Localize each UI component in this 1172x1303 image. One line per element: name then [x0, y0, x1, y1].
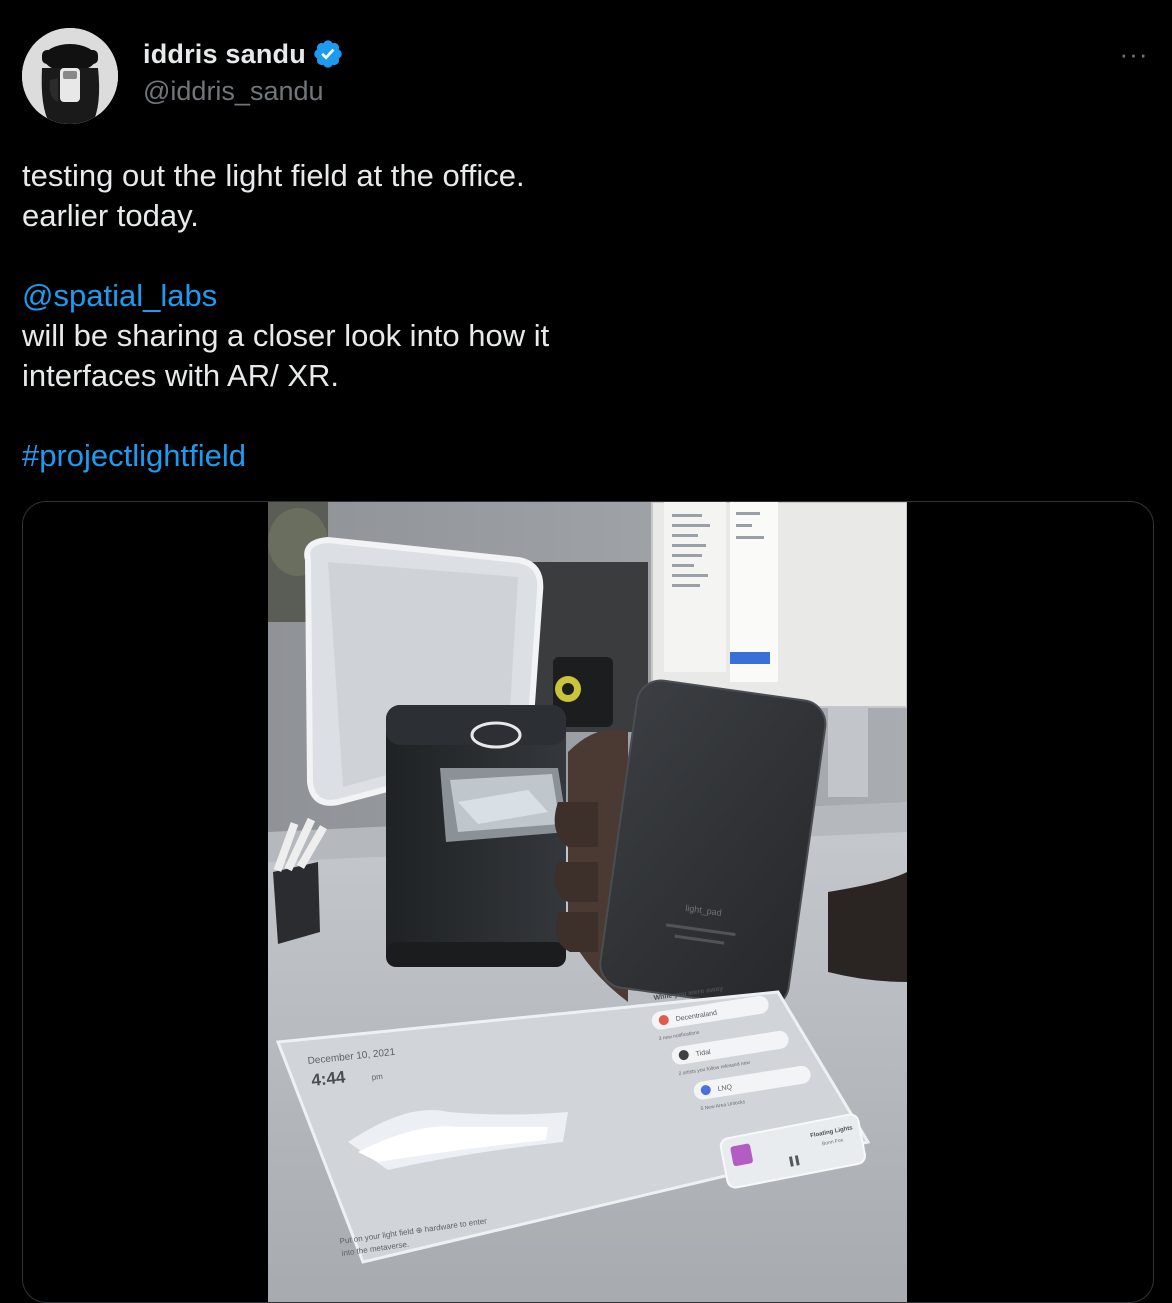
tweet-text-line: earlier today.: [22, 198, 199, 233]
avatar[interactable]: [22, 28, 118, 124]
video-frame-image: light_pad December 10, 2021 4:44 pm Put …: [268, 502, 907, 1302]
avatar-image: [22, 28, 118, 124]
verified-badge-icon: [312, 38, 344, 70]
video-player[interactable]: light_pad December 10, 2021 4:44 pm Put …: [268, 502, 907, 1302]
display-name-row: iddris sandu: [143, 34, 344, 74]
mention-link[interactable]: @spatial_labs: [22, 276, 782, 316]
tweet-text: testing out the light field at the offic…: [22, 156, 782, 476]
projected-time-suffix: pm: [371, 1072, 383, 1082]
tweet-text-line: testing out the light field at the offic…: [22, 158, 525, 193]
handle[interactable]: @iddris_sandu: [143, 76, 344, 107]
more-horizontal-icon: ···: [1119, 39, 1149, 69]
tweet-text-line: will be sharing a closer look into how i…: [22, 318, 550, 353]
display-name[interactable]: iddris sandu: [143, 39, 306, 70]
user-info: iddris sandu @iddris_sandu: [143, 34, 344, 107]
tweet: iddris sandu @iddris_sandu ··· testing o…: [0, 0, 1172, 1303]
media-card: light_pad December 10, 2021 4:44 pm Put …: [22, 501, 1154, 1303]
tweet-text-line: interfaces with AR/ XR.: [22, 358, 340, 393]
more-options-button[interactable]: ···: [1112, 34, 1156, 74]
projected-time: 4:44: [310, 1067, 346, 1090]
hashtag-link[interactable]: #projectlightfield: [22, 436, 782, 476]
